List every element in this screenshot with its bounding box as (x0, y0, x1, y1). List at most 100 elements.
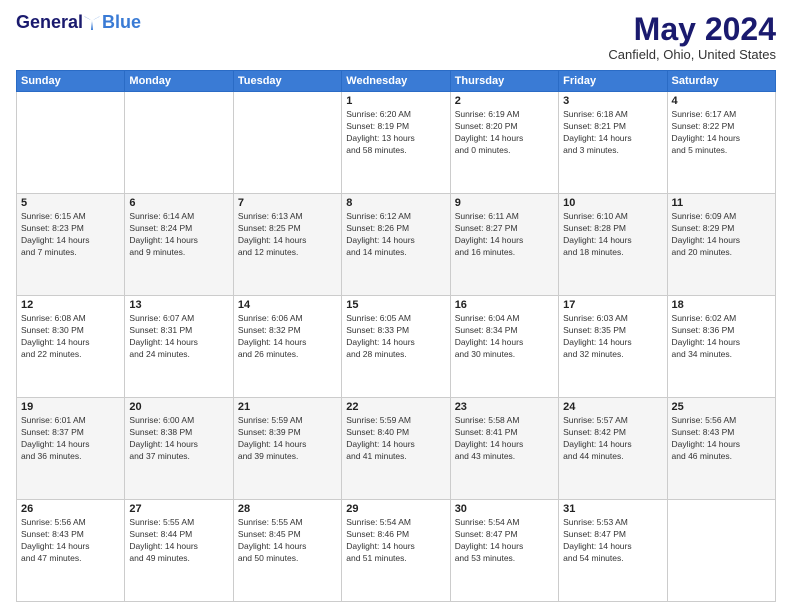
calendar-cell: 22 Sunrise: 5:59 AMSunset: 8:40 PMDayligh… (342, 398, 450, 500)
calendar-week-3: 12 Sunrise: 6:08 AMSunset: 8:30 PMDayligh… (17, 296, 776, 398)
day-info: Sunrise: 6:14 AMSunset: 8:24 PMDaylight:… (129, 211, 228, 259)
calendar-cell: 7Sunrise: 6:13 AMSunset: 8:25 PMDaylight… (233, 194, 341, 296)
day-info: Sunrise: 5:56 AMSunset: 8:43 PMDaylight:… (21, 517, 120, 565)
calendar-week-1: 1 Sunrise: 6:20 AMSunset: 8:19 PMDaylight… (17, 92, 776, 194)
day-info: Sunrise: 5:54 AMSunset: 8:46 PMDaylight:… (346, 517, 445, 565)
day-number: 7 (238, 197, 337, 209)
day-number: 2 (455, 95, 554, 107)
calendar-cell: 3 Sunrise: 6:18 AMSunset: 8:21 PMDaylight… (559, 92, 667, 194)
day-number: 19 (21, 401, 120, 413)
day-number: 22 (346, 401, 445, 413)
day-info: Sunrise: 6:04 AMSunset: 8:34 PMDaylight:… (455, 313, 554, 361)
day-info: Sunrise: 5:56 AMSunset: 8:43 PMDaylight:… (672, 415, 771, 463)
day-number: 9 (455, 197, 554, 209)
day-number: 20 (129, 401, 228, 413)
day-info: Sunrise: 5:54 AMSunset: 8:47 PMDaylight:… (455, 517, 554, 565)
day-info: Sunrise: 6:20 AMSunset: 8:19 PMDaylight:… (346, 109, 445, 157)
calendar-week-5: 26 Sunrise: 5:56 AMSunset: 8:43 PMDayligh… (17, 500, 776, 602)
logo-general: General (16, 12, 83, 33)
day-info: Sunrise: 6:00 AMSunset: 8:38 PMDaylight:… (129, 415, 228, 463)
month-title: May 2024 (608, 12, 776, 47)
calendar-cell: 1 Sunrise: 6:20 AMSunset: 8:19 PMDaylight… (342, 92, 450, 194)
calendar-cell: 14Sunrise: 6:06 AMSunset: 8:32 PMDayligh… (233, 296, 341, 398)
calendar-cell: 4 Sunrise: 6:17 AMSunset: 8:22 PMDaylight… (667, 92, 775, 194)
calendar-cell: 30 Sunrise: 5:54 AMSunset: 8:47 PMDayligh… (450, 500, 558, 602)
day-info: Sunrise: 6:02 AMSunset: 8:36 PMDaylight:… (672, 313, 771, 361)
day-number: 17 (563, 299, 662, 311)
calendar-cell: 11Sunrise: 6:09 AMSunset: 8:29 PMDayligh… (667, 194, 775, 296)
calendar-week-4: 19 Sunrise: 6:01 AMSunset: 8:37 PMDayligh… (17, 398, 776, 500)
day-number: 3 (563, 95, 662, 107)
day-info: Sunrise: 6:06 AMSunset: 8:32 PMDaylight:… (238, 313, 337, 361)
day-number: 21 (238, 401, 337, 413)
day-number: 13 (129, 299, 228, 311)
calendar-cell: 10Sunrise: 6:10 AMSunset: 8:28 PMDayligh… (559, 194, 667, 296)
calendar-cell: 24 Sunrise: 5:57 AMSunset: 8:42 PMDayligh… (559, 398, 667, 500)
calendar-cell: 21 Sunrise: 5:59 AMSunset: 8:39 PMDayligh… (233, 398, 341, 500)
day-info: Sunrise: 5:55 AMSunset: 8:45 PMDaylight:… (238, 517, 337, 565)
day-info: Sunrise: 6:11 AMSunset: 8:27 PMDaylight:… (455, 211, 554, 259)
day-number: 1 (346, 95, 445, 107)
calendar-cell: 9 Sunrise: 6:11 AMSunset: 8:27 PMDaylight… (450, 194, 558, 296)
day-number: 12 (21, 299, 120, 311)
weekday-header-row: Sunday Monday Tuesday Wednesday Thursday… (17, 71, 776, 92)
day-info: Sunrise: 5:58 AMSunset: 8:41 PMDaylight:… (455, 415, 554, 463)
calendar-cell: 15 Sunrise: 6:05 AMSunset: 8:33 PMDayligh… (342, 296, 450, 398)
day-number: 24 (563, 401, 662, 413)
calendar-cell: 5 Sunrise: 6:15 AMSunset: 8:23 PMDaylight… (17, 194, 125, 296)
logo-bird-icon (84, 16, 102, 30)
calendar-cell: 19 Sunrise: 6:01 AMSunset: 8:37 PMDayligh… (17, 398, 125, 500)
day-number: 30 (455, 503, 554, 515)
calendar-cell: 31 Sunrise: 5:53 AMSunset: 8:47 PMDayligh… (559, 500, 667, 602)
day-number: 29 (346, 503, 445, 515)
calendar-cell: 17Sunrise: 6:03 AMSunset: 8:35 PMDayligh… (559, 296, 667, 398)
calendar-cell (17, 92, 125, 194)
day-number: 15 (346, 299, 445, 311)
calendar-cell (233, 92, 341, 194)
day-number: 28 (238, 503, 337, 515)
day-number: 4 (672, 95, 771, 107)
day-number: 18 (672, 299, 771, 311)
day-number: 26 (21, 503, 120, 515)
day-info: Sunrise: 6:05 AMSunset: 8:33 PMDaylight:… (346, 313, 445, 361)
day-number: 23 (455, 401, 554, 413)
day-info: Sunrise: 5:57 AMSunset: 8:42 PMDaylight:… (563, 415, 662, 463)
calendar-cell: 12 Sunrise: 6:08 AMSunset: 8:30 PMDayligh… (17, 296, 125, 398)
calendar-cell: 20 Sunrise: 6:00 AMSunset: 8:38 PMDayligh… (125, 398, 233, 500)
day-number: 5 (21, 197, 120, 209)
header-tuesday: Tuesday (233, 71, 341, 92)
calendar-cell: 2Sunrise: 6:19 AMSunset: 8:20 PMDaylight… (450, 92, 558, 194)
logo-text: General Blue (16, 12, 141, 33)
day-info: Sunrise: 5:53 AMSunset: 8:47 PMDaylight:… (563, 517, 662, 565)
day-number: 11 (672, 197, 771, 209)
page: General Blue May 2024 Canfield, Ohio, Un… (0, 0, 792, 612)
calendar-cell (125, 92, 233, 194)
location: Canfield, Ohio, United States (608, 47, 776, 62)
day-info: Sunrise: 6:18 AMSunset: 8:21 PMDaylight:… (563, 109, 662, 157)
calendar-cell: 27Sunrise: 5:55 AMSunset: 8:44 PMDayligh… (125, 500, 233, 602)
day-info: Sunrise: 6:12 AMSunset: 8:26 PMDaylight:… (346, 211, 445, 259)
day-info: Sunrise: 5:59 AMSunset: 8:39 PMDaylight:… (238, 415, 337, 463)
day-info: Sunrise: 6:08 AMSunset: 8:30 PMDaylight:… (21, 313, 120, 361)
calendar-week-2: 5 Sunrise: 6:15 AMSunset: 8:23 PMDaylight… (17, 194, 776, 296)
day-info: Sunrise: 6:10 AMSunset: 8:28 PMDaylight:… (563, 211, 662, 259)
logo: General Blue (16, 12, 141, 33)
day-info: Sunrise: 6:15 AMSunset: 8:23 PMDaylight:… (21, 211, 120, 259)
header-sunday: Sunday (17, 71, 125, 92)
day-number: 16 (455, 299, 554, 311)
header-saturday: Saturday (667, 71, 775, 92)
day-info: Sunrise: 6:01 AMSunset: 8:37 PMDaylight:… (21, 415, 120, 463)
calendar-cell: 16 Sunrise: 6:04 AMSunset: 8:34 PMDayligh… (450, 296, 558, 398)
calendar: Sunday Monday Tuesday Wednesday Thursday… (16, 70, 776, 602)
day-number: 31 (563, 503, 662, 515)
calendar-cell: 28 Sunrise: 5:55 AMSunset: 8:45 PMDayligh… (233, 500, 341, 602)
day-number: 25 (672, 401, 771, 413)
header-monday: Monday (125, 71, 233, 92)
calendar-cell (667, 500, 775, 602)
calendar-cell: 26 Sunrise: 5:56 AMSunset: 8:43 PMDayligh… (17, 500, 125, 602)
day-info: Sunrise: 6:17 AMSunset: 8:22 PMDaylight:… (672, 109, 771, 157)
calendar-cell: 29 Sunrise: 5:54 AMSunset: 8:46 PMDayligh… (342, 500, 450, 602)
day-number: 27 (129, 503, 228, 515)
calendar-cell: 13Sunrise: 6:07 AMSunset: 8:31 PMDayligh… (125, 296, 233, 398)
day-info: Sunrise: 5:59 AMSunset: 8:40 PMDaylight:… (346, 415, 445, 463)
